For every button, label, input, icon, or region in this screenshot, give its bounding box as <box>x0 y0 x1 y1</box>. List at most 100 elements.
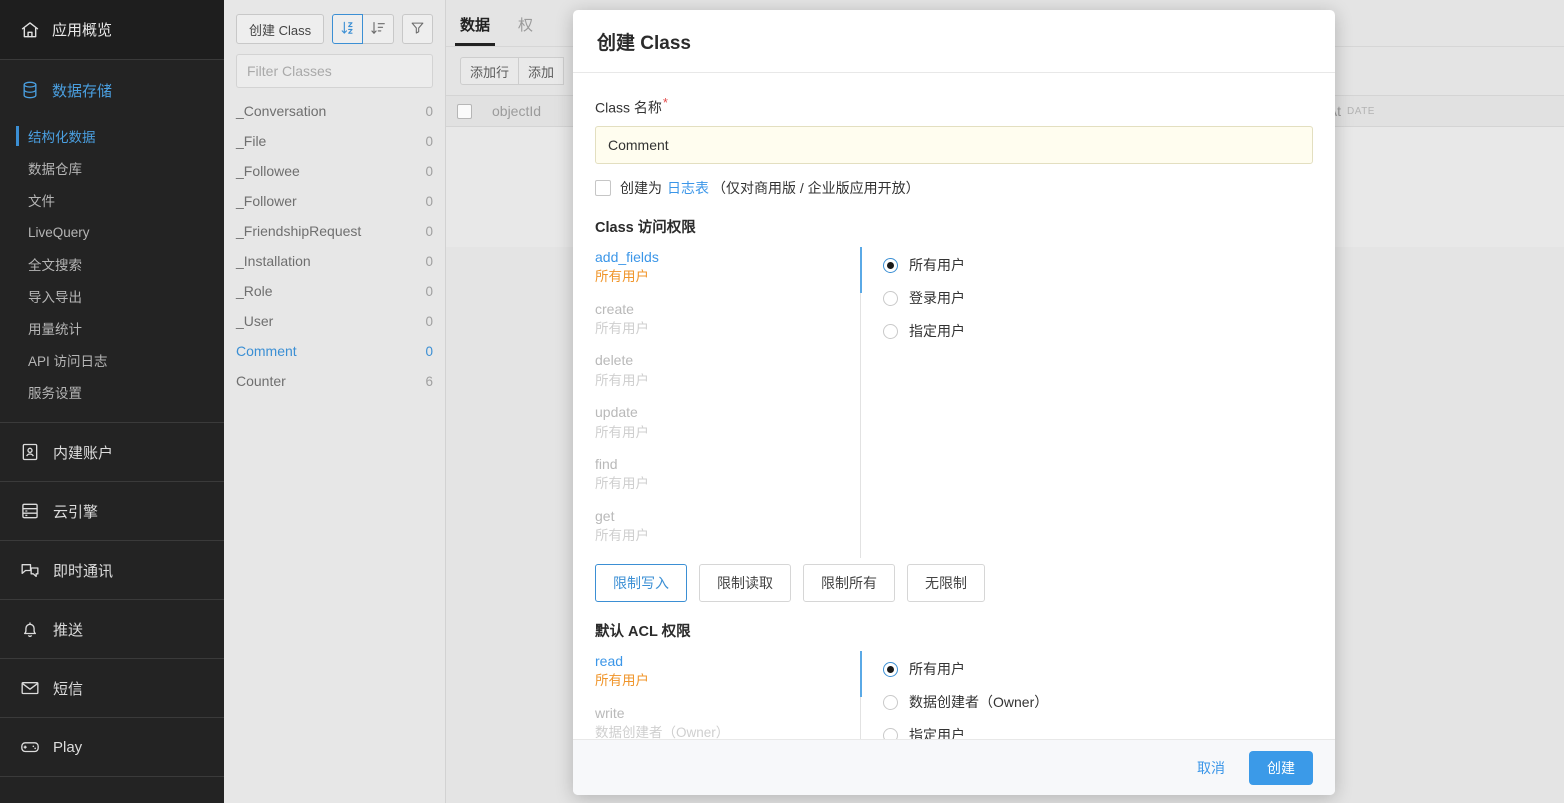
sidebar-item-push[interactable]: 推送 <box>0 600 224 659</box>
sidebar-subitem-label: 数据仓库 <box>28 158 82 178</box>
sidebar-subitem-label: 服务设置 <box>28 382 82 402</box>
acl-op-name: write <box>595 703 860 723</box>
class-acl-option-all-users[interactable]: 所有用户 <box>883 249 1313 282</box>
preset-restrict-all[interactable]: 限制所有 <box>803 564 895 602</box>
create-button[interactable]: 创建 <box>1249 751 1313 785</box>
option-label: 所有用户 <box>909 659 965 679</box>
option-label: 所有用户 <box>909 255 965 275</box>
acl-op-find[interactable]: find 所有用户 <box>595 454 860 494</box>
class-acl-option-logged-in-users[interactable]: 登录用户 <box>883 282 1313 315</box>
class-list-item[interactable]: _Follower 0 <box>236 186 433 216</box>
class-list-item[interactable]: _User0 <box>236 306 433 336</box>
sidebar-group-data-storage[interactable]: 数据存储 <box>0 60 224 120</box>
modal-title: 创建 Class <box>573 10 1335 73</box>
sidebar-item-structured-data[interactable]: 结构化数据 <box>0 120 224 152</box>
modal-footer: 取消 创建 <box>573 739 1335 795</box>
class-count: 0 <box>425 254 433 269</box>
select-all-checkbox[interactable] <box>446 104 482 119</box>
class-count: 0 <box>425 224 433 239</box>
radio-icon[interactable] <box>883 291 898 306</box>
radio-icon[interactable] <box>883 728 898 739</box>
radio-icon[interactable] <box>883 695 898 710</box>
sidebar-section-data-storage: 数据存储 结构化数据 数据仓库 文件 LiveQuery 全文搜索 导入导出 用… <box>0 60 224 423</box>
acl-op-value: 所有用户 <box>595 671 860 691</box>
class-name: _Follower <box>236 193 297 209</box>
acl-op-value: 所有用户 <box>595 526 860 546</box>
sidebar-item-fulltext-search[interactable]: 全文搜索 <box>0 248 224 280</box>
sidebar-item-cloud-engine[interactable]: 云引擎 <box>0 482 224 541</box>
filter-button[interactable] <box>402 14 433 44</box>
preset-no-restriction[interactable]: 无限制 <box>907 564 985 602</box>
radio-icon[interactable] <box>883 324 898 339</box>
sidebar-item-import-export[interactable]: 导入导出 <box>0 280 224 312</box>
sidebar-subitem-label: 全文搜索 <box>28 254 82 274</box>
sidebar-item-data-warehouse[interactable]: 数据仓库 <box>0 152 224 184</box>
acl-preset-buttons: 限制写入 限制读取 限制所有 无限制 <box>595 564 1313 602</box>
class-name: _User <box>236 313 273 329</box>
acl-op-update[interactable]: update 所有用户 <box>595 402 860 442</box>
default-acl-op-write[interactable]: write 数据创建者（Owner） <box>595 703 860 739</box>
log-table-link[interactable]: 日志表 <box>667 178 709 198</box>
sidebar-item-files[interactable]: 文件 <box>0 184 224 216</box>
sort-alpha-icon <box>340 20 356 39</box>
tab-data[interactable]: 数据 <box>460 14 490 46</box>
acl-op-get[interactable]: get 所有用户 <box>595 506 860 546</box>
class-count: 6 <box>425 374 433 389</box>
acl-op-add-fields[interactable]: add_fields 所有用户 <box>595 247 860 287</box>
class-list-item[interactable]: _Role0 <box>236 276 433 306</box>
tab-permissions[interactable]: 权 <box>518 14 533 46</box>
class-name-input[interactable] <box>595 126 1313 164</box>
add-column-button[interactable]: 添加 <box>519 57 564 85</box>
radio-selected-icon[interactable] <box>883 258 898 273</box>
class-count: 0 <box>425 194 433 209</box>
class-name-label: Class 名称* <box>595 95 1313 118</box>
sidebar-item-instant-messaging[interactable]: 即时通讯 <box>0 541 224 600</box>
sidebar-item-api-logs[interactable]: API 访问日志 <box>0 344 224 376</box>
log-table-checkbox-row[interactable]: 创建为 日志表 （仅对商用版 / 企业版应用开放） <box>595 178 1313 198</box>
preset-restrict-read[interactable]: 限制读取 <box>699 564 791 602</box>
class-list-item[interactable]: _FriendshipRequest0 <box>236 216 433 246</box>
acl-op-name: update <box>595 402 860 422</box>
default-acl-operation-list: read 所有用户 write 数据创建者（Owner） <box>595 651 860 739</box>
database-icon <box>20 80 40 100</box>
default-acl-option-specified-users[interactable]: 指定用户 <box>883 719 1313 739</box>
sidebar-item-livequery[interactable]: LiveQuery <box>0 216 224 248</box>
class-list-item[interactable]: _Installation0 <box>236 246 433 276</box>
class-acl-option-specified-users[interactable]: 指定用户 <box>883 315 1313 348</box>
option-label: 数据创建者（Owner） <box>909 692 1048 712</box>
server-icon <box>20 501 40 521</box>
sidebar-subitem-label: 文件 <box>28 190 55 210</box>
class-list-item[interactable]: _File0 <box>236 126 433 156</box>
acl-op-create[interactable]: create 所有用户 <box>595 299 860 339</box>
sort-mode-group <box>332 14 394 44</box>
sidebar-item-sms[interactable]: 短信 <box>0 659 224 718</box>
sidebar-item-app-overview[interactable]: 应用概览 <box>0 0 224 60</box>
sidebar-item-label: 推送 <box>53 619 83 640</box>
default-acl-op-read[interactable]: read 所有用户 <box>595 651 860 691</box>
class-name: _File <box>236 133 266 149</box>
cancel-button[interactable]: 取消 <box>1187 752 1235 784</box>
column-name: objectId <box>492 103 541 119</box>
log-table-checkbox[interactable] <box>595 180 611 196</box>
bell-icon <box>20 619 40 639</box>
sidebar-item-play[interactable]: Play <box>0 718 224 777</box>
default-acl-option-all-users[interactable]: 所有用户 <box>883 653 1313 686</box>
add-row-button[interactable]: 添加行 <box>460 57 519 85</box>
class-list-item[interactable]: _Conversation0 <box>236 96 433 126</box>
class-list-item[interactable]: Counter6 <box>236 366 433 396</box>
class-count: 0 <box>425 104 433 119</box>
create-class-button[interactable]: 创建 Class <box>236 14 324 44</box>
sort-list-icon-button[interactable] <box>363 14 394 44</box>
sidebar-item-usage-stats[interactable]: 用量统计 <box>0 312 224 344</box>
class-list-item[interactable]: _Followee0 <box>236 156 433 186</box>
acl-op-value: 所有用户 <box>595 319 860 339</box>
class-list-item-selected[interactable]: Comment0 <box>236 336 433 366</box>
sort-alpha-icon-button[interactable] <box>332 14 363 44</box>
sidebar-item-service-settings[interactable]: 服务设置 <box>0 376 224 408</box>
filter-classes-input[interactable] <box>236 54 433 88</box>
preset-restrict-write[interactable]: 限制写入 <box>595 564 687 602</box>
default-acl-option-owner[interactable]: 数据创建者（Owner） <box>883 686 1313 719</box>
sidebar-item-builtin-accounts[interactable]: 内建账户 <box>0 423 224 482</box>
acl-op-delete[interactable]: delete 所有用户 <box>595 350 860 390</box>
radio-selected-icon[interactable] <box>883 662 898 677</box>
